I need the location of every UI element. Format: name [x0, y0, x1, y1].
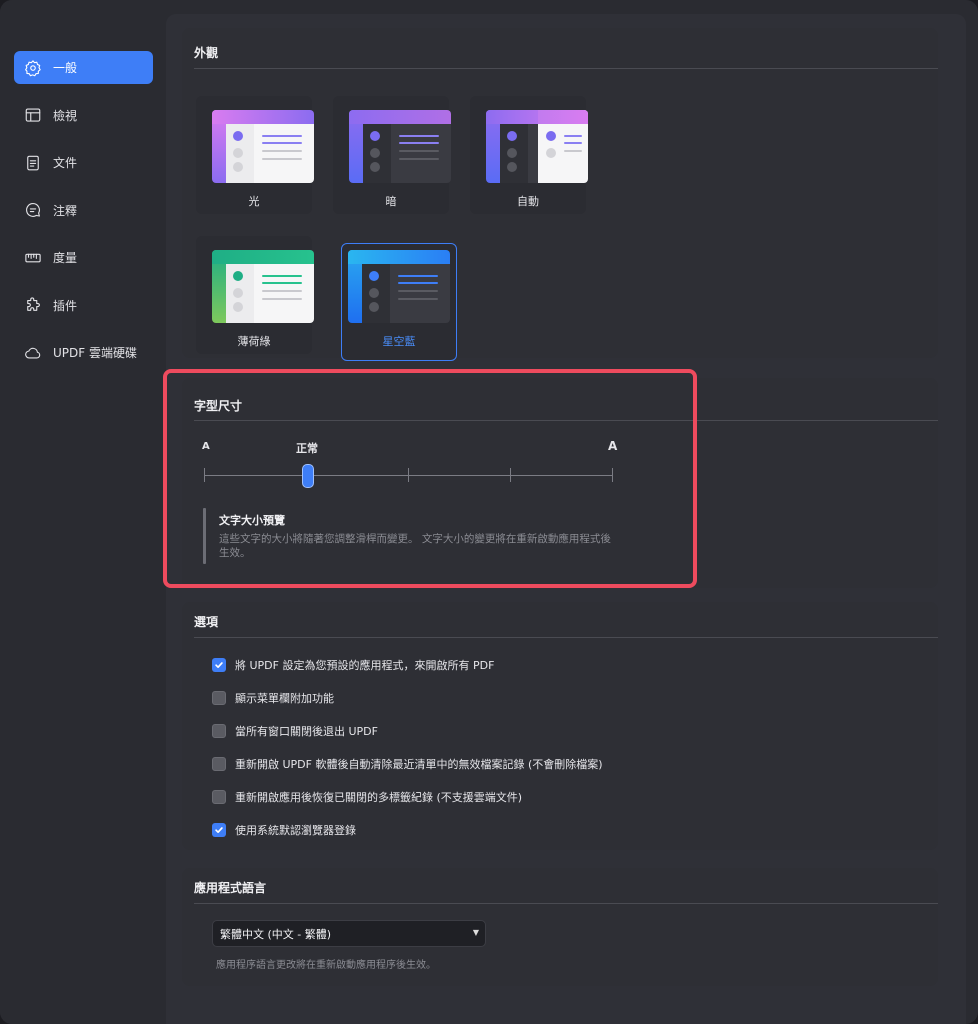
sidebar-item-label: 插件 — [53, 298, 78, 313]
puzzle-icon — [23, 295, 43, 315]
language-select[interactable]: 繁體中文 (中文 - 繁體) ▼ — [212, 920, 486, 947]
option-quit-on-close[interactable]: 當所有窗口關閉後退出 UPDF — [212, 723, 378, 739]
language-selected-value: 繁體中文 (中文 - 繁體) — [220, 927, 332, 941]
theme-label: 薄荷綠 — [237, 335, 271, 348]
sidebar-item-plugins[interactable]: 插件 — [14, 289, 153, 322]
options-title: 選項 — [194, 615, 219, 629]
option-label: 顯示菜單欄附加功能 — [235, 692, 334, 705]
appearance-title: 外觀 — [194, 46, 219, 60]
sidebar-item-label: UPDF 雲端硬碟 — [53, 346, 137, 360]
theme-label: 光 — [248, 195, 260, 208]
theme-light[interactable]: 光 — [196, 96, 314, 214]
sidebar-item-label: 文件 — [53, 156, 78, 170]
option-clear-invalid-recents[interactable]: 重新開啟 UPDF 軟體後自動清除最近清單中的無效檔案記錄 (不會刪除檔案) — [212, 756, 603, 772]
language-section: 應用程式語言 繁體中文 (中文 - 繁體) ▼ 應用程序語言更改將在重新啟動應用… — [182, 868, 938, 986]
option-restore-tabs[interactable]: 重新開啟應用後恢復已關閉的多標籤紀錄 (不支援雲端文件) — [212, 789, 522, 805]
divider — [194, 637, 938, 638]
sidebar-item-comment[interactable]: 注釋 — [14, 194, 153, 227]
sidebar-item-label: 注釋 — [53, 203, 78, 218]
layout-icon — [23, 105, 43, 125]
sidebar-item-label: 檢視 — [53, 108, 78, 123]
sidebar-item-document[interactable]: 文件 — [14, 146, 153, 179]
sidebar-nav: 一般 檢視 文件 注釋 度量 插件 UPDF 雲端硬碟 — [14, 51, 153, 384]
theme-label: 自動 — [517, 195, 539, 208]
options-section: 選項 將 UPDF 設定為您預設的應用程式，來開啟所有 PDF 顯示菜單欄附加功… — [182, 602, 938, 850]
ruler-icon — [23, 248, 43, 268]
theme-auto[interactable]: 自動 — [470, 96, 588, 214]
theme-mint[interactable]: 薄荷綠 — [196, 236, 314, 354]
cloud-icon — [23, 343, 43, 363]
checkbox-checked[interactable] — [212, 823, 226, 837]
divider — [194, 68, 938, 69]
sidebar-item-label: 一般 — [53, 61, 78, 75]
theme-auto-preview — [486, 110, 588, 183]
checkbox-unchecked[interactable] — [212, 790, 226, 804]
option-menu-bar-extra[interactable]: 顯示菜單欄附加功能 — [212, 690, 334, 706]
theme-label: 星空藍 — [382, 335, 416, 348]
sidebar-item-label: 度量 — [53, 251, 78, 265]
checkbox-unchecked[interactable] — [212, 724, 226, 738]
language-hint: 應用程序語言更改將在重新啟動應用程序後生效。 — [216, 960, 436, 971]
theme-dark[interactable]: 暗 — [333, 96, 451, 214]
option-system-browser-login[interactable]: 使用系統默認瀏覽器登錄 — [212, 822, 356, 838]
option-label: 當所有窗口關閉後退出 UPDF — [235, 725, 378, 738]
option-default-app[interactable]: 將 UPDF 設定為您預設的應用程式，來開啟所有 PDF — [212, 657, 494, 673]
theme-mint-preview — [212, 250, 314, 323]
checkbox-unchecked[interactable] — [212, 691, 226, 705]
option-label: 使用系統默認瀏覽器登錄 — [235, 824, 356, 837]
sidebar-item-cloud[interactable]: UPDF 雲端硬碟 — [14, 336, 153, 369]
preferences-window: 一般 檢視 文件 注釋 度量 插件 UPDF 雲端硬碟 外觀 光 暗 自動 薄荷… — [0, 0, 978, 1024]
option-label: 將 UPDF 設定為您預設的應用程式，來開啟所有 PDF — [235, 659, 495, 672]
sidebar-item-general[interactable]: 一般 — [14, 51, 153, 84]
chevron-down-icon: ▼ — [472, 928, 479, 937]
option-label: 重新開啟 UPDF 軟體後自動清除最近清單中的無效檔案記錄 (不會刪除檔案) — [235, 758, 603, 771]
checkbox-checked[interactable] — [212, 658, 226, 672]
theme-light-preview — [212, 110, 314, 183]
gear-icon — [23, 58, 43, 78]
divider — [194, 903, 938, 904]
highlight-box — [163, 369, 697, 588]
theme-dark-preview — [349, 110, 451, 183]
theme-label: 暗 — [385, 195, 397, 208]
document-icon — [23, 153, 43, 173]
theme-starry-blue-preview — [348, 250, 450, 323]
sidebar-item-measure[interactable]: 度量 — [14, 241, 153, 274]
language-title: 應用程式語言 — [194, 881, 267, 895]
theme-starry-blue[interactable]: 星空藍 — [341, 243, 457, 361]
checkbox-unchecked[interactable] — [212, 757, 226, 771]
sidebar: 一般 檢視 文件 注釋 度量 插件 UPDF 雲端硬碟 — [0, 0, 166, 1024]
option-label: 重新開啟應用後恢復已關閉的多標籤紀錄 (不支援雲端文件) — [235, 791, 523, 804]
appearance-section: 外觀 光 暗 自動 薄荷綠 星空藍 — [182, 28, 938, 361]
comment-icon — [23, 200, 43, 220]
sidebar-item-view[interactable]: 檢視 — [14, 99, 153, 132]
